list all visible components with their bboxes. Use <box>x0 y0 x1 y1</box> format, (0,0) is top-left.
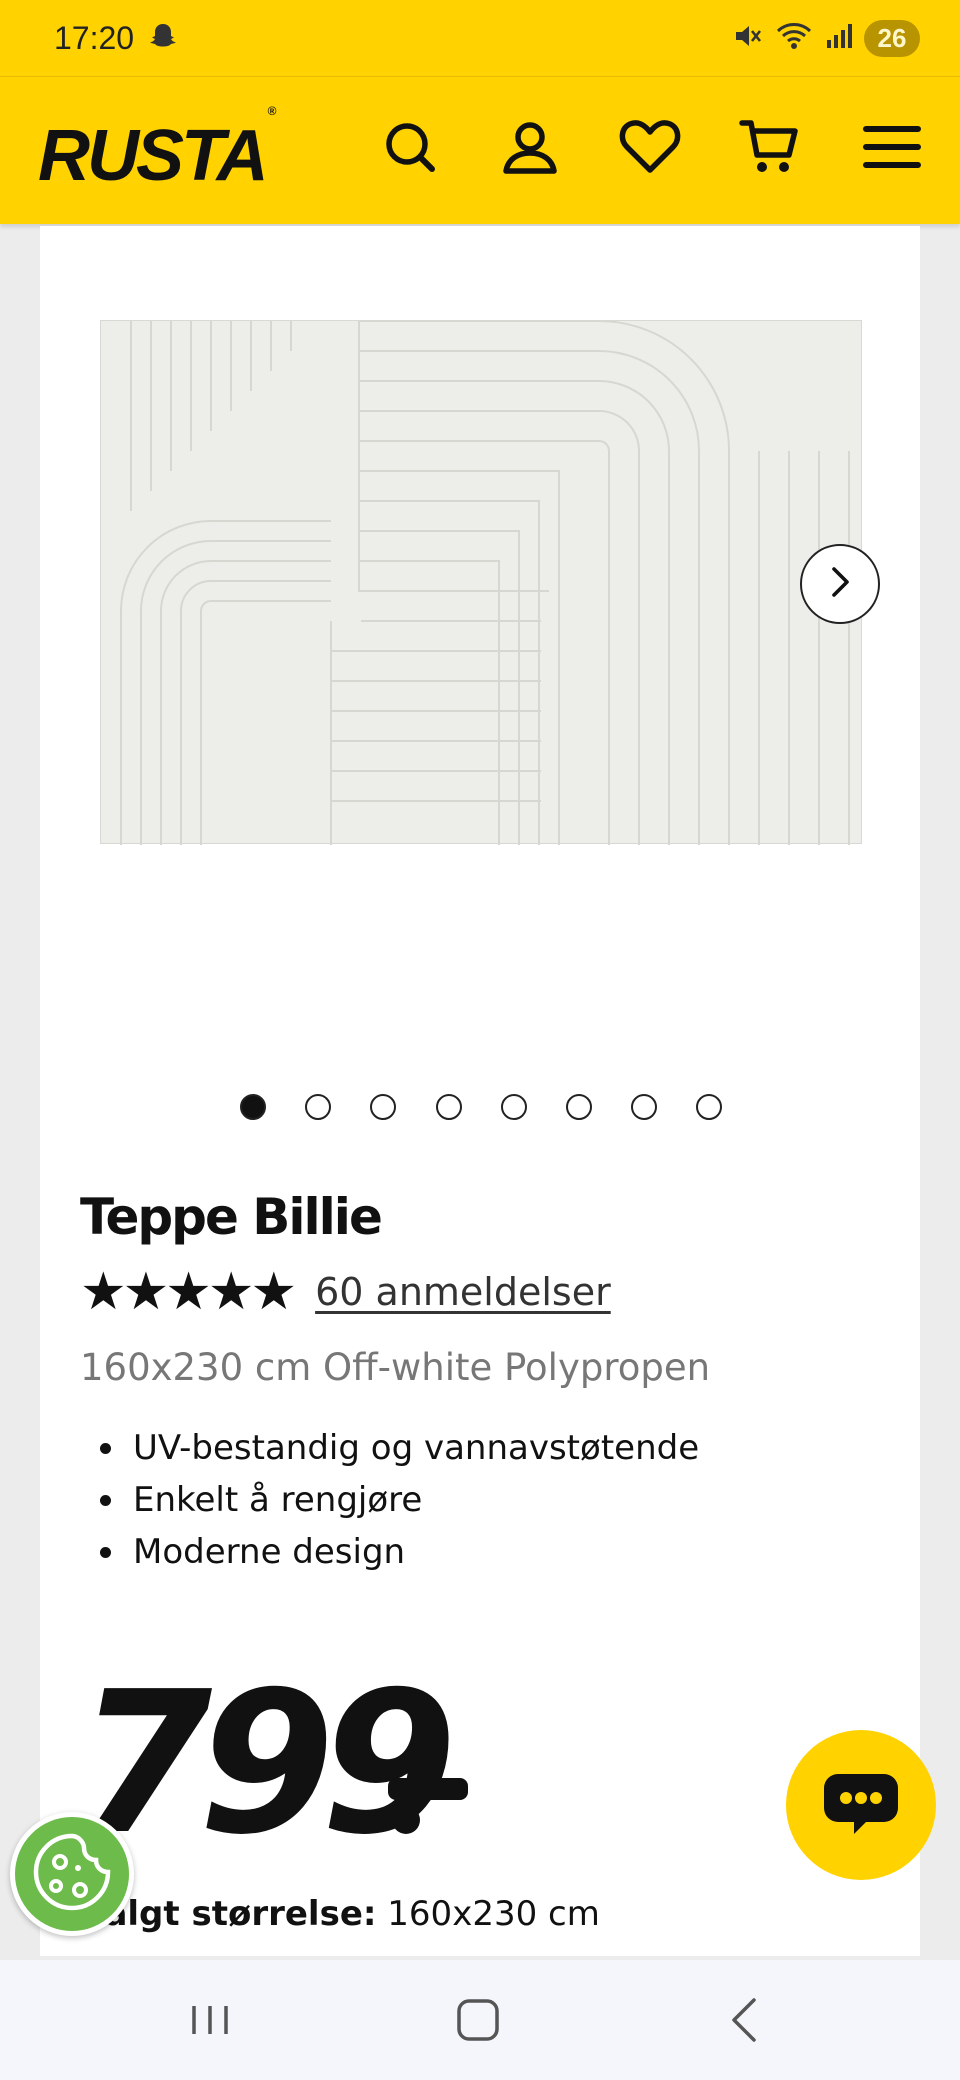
reviews-link[interactable]: 60 anmeldelser <box>315 1270 611 1314</box>
star-rating-icon: ★★★★★ <box>80 1262 297 1322</box>
selected-size: Valgt størrelse: 160x230 cm <box>80 1894 600 1934</box>
account-icon[interactable] <box>498 115 562 179</box>
snapchat-ghost-icon <box>148 21 178 55</box>
cookie-settings-button[interactable] <box>10 1812 134 1936</box>
product-title: Teppe Billie <box>80 1188 383 1246</box>
product-image[interactable] <box>100 320 862 845</box>
wifi-icon <box>774 19 814 57</box>
recent-apps-icon[interactable] <box>180 1990 240 2050</box>
feature-item: UV-bestandig og vannavstøtende <box>80 1422 699 1474</box>
carousel-dot-2[interactable] <box>305 1094 331 1120</box>
carousel-dot-7[interactable] <box>631 1094 657 1120</box>
carousel-dot-5[interactable] <box>501 1094 527 1120</box>
signal-icon <box>824 21 854 55</box>
rating-row: ★★★★★ 60 anmeldelser <box>80 1266 611 1318</box>
rusta-logo[interactable]: RUSTA® <box>38 104 276 197</box>
home-icon[interactable] <box>448 1990 508 2050</box>
heart-icon[interactable] <box>618 115 682 179</box>
chat-button[interactable] <box>786 1730 936 1880</box>
feature-item: Moderne design <box>80 1526 699 1578</box>
system-nav-bar <box>0 1960 960 2080</box>
size-value: 160x230 cm <box>387 1894 600 1934</box>
mute-icon <box>730 19 764 57</box>
feature-list: UV-bestandig og vannavstøtende Enkelt å … <box>80 1422 699 1578</box>
carousel-dot-4[interactable] <box>436 1094 462 1120</box>
status-bar: 17:20 26 <box>0 0 960 76</box>
battery-icon: 26 <box>864 19 920 57</box>
app-header: RUSTA® <box>0 76 960 224</box>
carousel-pagination <box>40 1094 920 1124</box>
cookie-icon <box>30 1830 114 1918</box>
feature-item: Enkelt å rengjøre <box>80 1474 699 1526</box>
carousel-dot-6[interactable] <box>566 1094 592 1120</box>
chevron-right-icon <box>823 565 857 603</box>
search-icon[interactable] <box>378 115 442 179</box>
product-card: Teppe Billie ★★★★★ 60 anmeldelser 160x23… <box>40 226 920 1956</box>
chat-bubble-icon <box>820 1768 902 1842</box>
carousel-dot-1[interactable] <box>240 1094 266 1120</box>
product-subtitle: 160x230 cm Off-white Polypropen <box>80 1346 711 1389</box>
bullet-icon <box>100 1546 111 1558</box>
status-time: 17:20 <box>54 19 135 56</box>
bullet-icon <box>100 1494 111 1506</box>
carousel-dot-8[interactable] <box>696 1094 722 1120</box>
price-suffix <box>384 1742 504 1842</box>
bullet-icon <box>100 1442 111 1454</box>
carousel-next-button[interactable] <box>800 544 880 624</box>
back-icon[interactable] <box>716 1990 776 2050</box>
menu-icon[interactable] <box>860 115 924 179</box>
cart-icon[interactable] <box>738 115 802 179</box>
carousel-dot-3[interactable] <box>370 1094 396 1120</box>
